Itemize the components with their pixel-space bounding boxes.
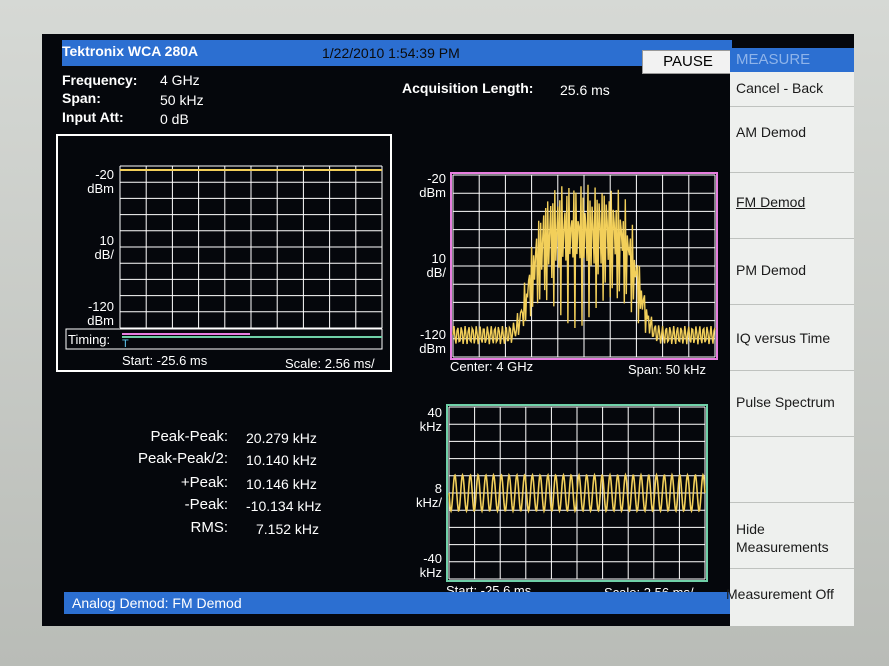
menu-item-empty (730, 436, 854, 503)
frequency-label: Frequency: (62, 72, 138, 88)
spectrum-ytop: -20 dBm (419, 171, 446, 200)
menu-item-pm-demod[interactable]: PM Demod (730, 238, 854, 305)
timing-ybot: -120 dBm (87, 299, 114, 328)
brand-title: Tektronix WCA 280A (62, 43, 199, 59)
meas-label-rms: RMS: (190, 519, 229, 536)
spectrum-span: Span: 50 kHz (628, 362, 707, 377)
menu-item-cancel-back[interactable]: Cancel - Back (730, 72, 854, 107)
fm-ymid: 8 kHz/ (416, 481, 442, 510)
title-bar: Tektronix WCA 280A 1/22/2010 1:54:39 PM (62, 40, 732, 66)
meas-label-peak-peak: Peak-Peak: (150, 428, 228, 445)
timing-plot-grid (119, 165, 383, 329)
menu-item-hide-measurements[interactable]: Hide Measurements (730, 502, 854, 569)
meas-label-peak-peak-half: Peak-Peak/2: (137, 450, 228, 467)
spectrum-plot-grid (452, 174, 716, 358)
menu-item-label: IQ versus Time (736, 330, 831, 346)
menu-item-am-demod[interactable]: AM Demod (730, 106, 854, 173)
menu-item-label: PM Demod (736, 262, 807, 278)
datetime: 1/22/2010 1:54:39 PM (322, 45, 460, 61)
spectrum-ybot: -120 dBm (419, 327, 446, 356)
menu-item-pulse-spectrum[interactable]: Pulse Spectrum (730, 370, 854, 437)
timing-start: Start: -25.6 ms (122, 353, 208, 368)
timing-label: Timing: (68, 332, 111, 347)
input-att-label: Input Att: (62, 109, 124, 125)
instrument-screen: Tektronix WCA 280A 1/22/2010 1:54:39 PM … (42, 34, 854, 626)
timing-ytop: -20 dBm (87, 167, 114, 196)
span-value: 50 kHz (160, 92, 204, 108)
meas-label-minus-peak: -Peak: (184, 496, 228, 513)
meas-value-rms: 7.152 kHz (256, 521, 320, 537)
frequency-value: 4 GHz (160, 72, 200, 88)
menu-title: MEASURE (730, 48, 854, 72)
spectrum-center: Center: 4 GHz (450, 359, 534, 374)
menu-item-measurement-off[interactable]: Measurement Off (726, 568, 854, 626)
status-bar: Analog Demod: FM Demod (64, 592, 738, 614)
span-label: Span: (62, 90, 101, 106)
acquisition-length-label: Acquisition Length: (402, 80, 534, 96)
fm-ytop: 40 kHz (419, 405, 442, 434)
menu-item-label: Pulse Spectrum (736, 394, 835, 410)
menu-item-label: Cancel - Back (736, 80, 824, 96)
input-att-value: 0 dB (160, 111, 189, 127)
spectrum-ymid: 10 dB/ (426, 251, 446, 280)
menu-item-fm-demod[interactable]: FM Demod (730, 172, 854, 239)
menu-item-label: Measurement Off (726, 586, 834, 602)
timing-cursor-icon: T (122, 338, 129, 350)
meas-value-plus-peak: 10.146 kHz (246, 476, 317, 492)
meas-value-peak-peak-half: 10.140 kHz (246, 452, 317, 468)
timing-scale: Scale: 2.56 ms/ (285, 356, 375, 371)
meas-label-plus-peak: +Peak: (180, 474, 228, 491)
pause-button[interactable]: PAUSE (642, 50, 734, 74)
menu-item-label: AM Demod (736, 124, 807, 140)
measure-menu: MEASURE Cancel - Back AM Demod FM Demod … (726, 48, 854, 626)
fm-ybot: -40 kHz (419, 551, 442, 580)
menu-item-label: Hide Measurements (736, 521, 829, 555)
timing-ymid: 10 dB/ (94, 233, 114, 262)
meas-value-minus-peak: -10.134 kHz (246, 498, 322, 514)
timing-bar (65, 328, 383, 350)
acquisition-length-value: 25.6 ms (560, 82, 610, 98)
meas-value-peak-peak: 20.279 kHz (246, 430, 317, 446)
menu-item-iq-versus-time[interactable]: IQ versus Time (730, 304, 854, 371)
fm-demod-plot[interactable] (446, 404, 710, 584)
spectrum-plot[interactable] (450, 172, 720, 362)
menu-item-label: FM Demod (736, 194, 806, 210)
